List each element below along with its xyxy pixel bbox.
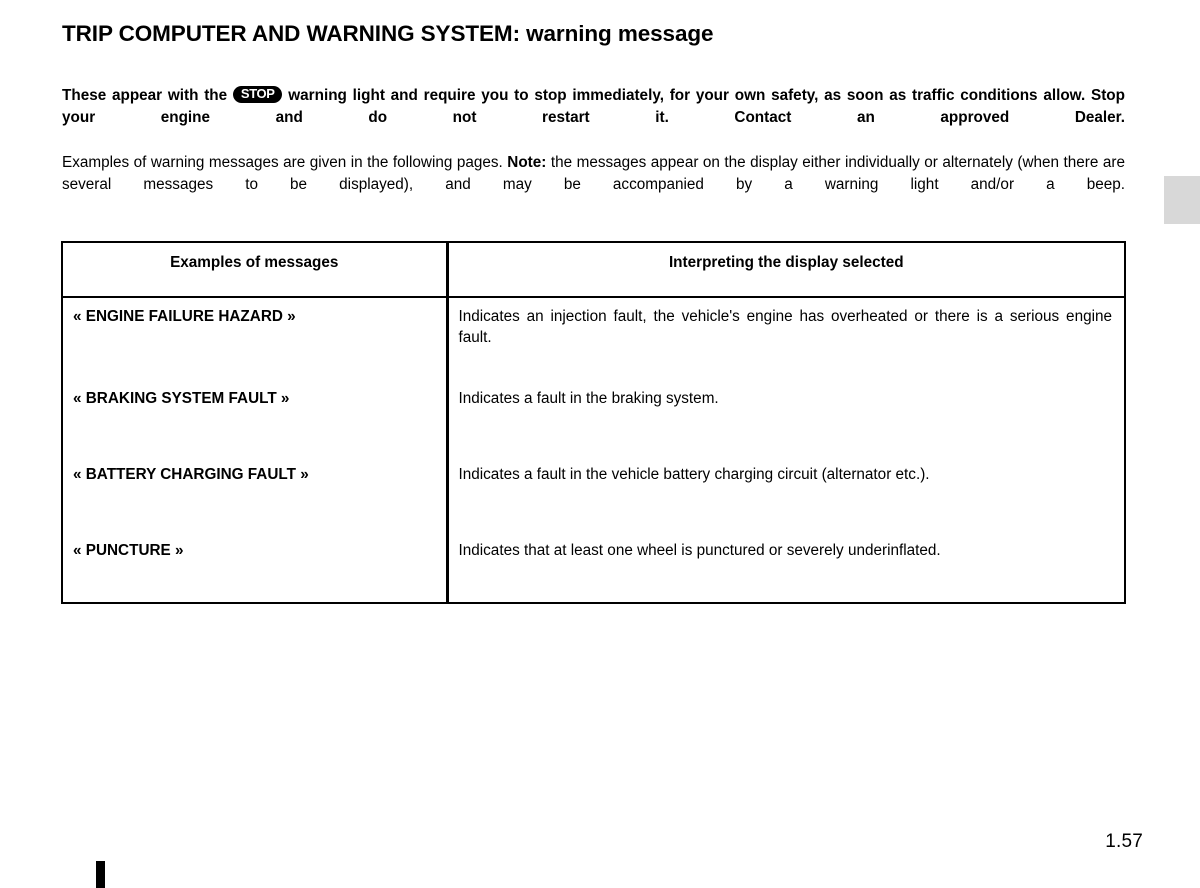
message-description: Indicates a fault in the vehicle battery… (458, 466, 930, 483)
table-row: « BATTERY CHARGING FAULT » Indicates a f… (63, 456, 1124, 532)
page-number: 1.57 (1105, 831, 1143, 852)
warning-paragraph: These appear with the STOP warning light… (62, 85, 1125, 152)
stop-warning-icon: STOP (232, 86, 283, 103)
message-label: « PUNCTURE » (63, 532, 449, 602)
examples-paragraph-prefix: Examples of warning messages are given i… (62, 153, 508, 171)
table-row: « BRAKING SYSTEM FAULT » Indicates a fau… (63, 380, 1124, 456)
message-label: « BATTERY CHARGING FAULT » (63, 456, 449, 532)
page-title-sub: warning message (519, 21, 714, 46)
message-description: Indicates a fault in the braking system. (458, 390, 719, 407)
chapter-thumb-tab (1164, 176, 1200, 224)
warning-paragraph-prefix: These appear with the (62, 87, 233, 104)
message-label: « BRAKING SYSTEM FAULT » (63, 380, 449, 456)
message-label: « ENGINE FAILURE HAZARD » (63, 297, 449, 380)
column-header-interpretation: Interpreting the display selected (447, 243, 1124, 298)
intro-text-block: These appear with the STOP warning light… (62, 85, 1125, 218)
page-title: TRIP COMPUTER AND WARNING SYSTEM: warnin… (62, 20, 714, 48)
message-description: Indicates an injection fault, the vehicl… (458, 308, 1113, 346)
bottom-left-marker (96, 861, 105, 888)
column-header-messages: Examples of messages (63, 243, 449, 298)
message-description: Indicates that at least one wheel is pun… (458, 542, 941, 559)
table-row: « ENGINE FAILURE HAZARD » Indicates an i… (63, 297, 1124, 380)
note-label: Note: (507, 153, 547, 171)
table-row: « PUNCTURE » Indicates that at least one… (63, 532, 1124, 602)
examples-paragraph: Examples of warning messages are given i… (62, 152, 1125, 219)
page-title-main: TRIP COMPUTER AND WARNING SYSTEM: (62, 21, 520, 46)
warning-messages-table: Examples of messages Interpreting the di… (61, 241, 1126, 604)
table-header-row: Examples of messages Interpreting the di… (63, 243, 1124, 298)
